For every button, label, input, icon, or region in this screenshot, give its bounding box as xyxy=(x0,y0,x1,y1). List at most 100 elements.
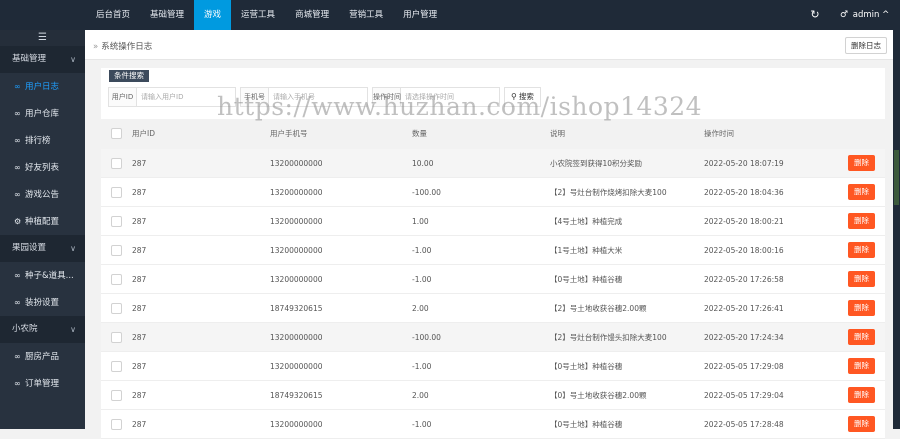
sidebar-group-0[interactable]: 基础管理 ∨ xyxy=(0,46,85,73)
cell-desc: 【0】号土地收获谷穗2.00颗 xyxy=(550,391,647,400)
menu-toggle-icon[interactable]: ☰ xyxy=(0,30,85,46)
table-row: 287 13200000000 -1.00 【1号土地】种植大米 2022-05-20 … xyxy=(101,236,885,265)
cell-amount: -1.00 xyxy=(412,420,432,429)
user-menu[interactable]: ♂ admin ^ xyxy=(840,0,889,30)
sidebar-group-label: 小农院 xyxy=(12,324,38,334)
time-input[interactable] xyxy=(401,88,499,106)
delete-button[interactable]: 删除 xyxy=(848,329,875,345)
row-checkbox[interactable] xyxy=(111,274,122,285)
clear-log-button[interactable]: 删除日志 xyxy=(845,37,887,54)
nav-item-6[interactable]: 用户管理 xyxy=(393,0,447,30)
row-checkbox[interactable] xyxy=(111,419,122,430)
delete-button[interactable]: 删除 xyxy=(848,213,875,229)
sidebar-item-1[interactable]: ∞ 用户日志 xyxy=(0,73,85,100)
sidebar-item-5[interactable]: ∞ 游戏公告 xyxy=(0,181,85,208)
row-checkbox[interactable] xyxy=(111,245,122,256)
delete-button[interactable]: 删除 xyxy=(848,387,875,403)
cell-uid: 287 xyxy=(132,275,147,284)
table-header: 用户ID 用户手机号 数量 说明 操作时间 xyxy=(101,119,885,149)
phone-label: 手机号 xyxy=(241,88,269,106)
cell-desc: 【0号土地】种植谷穗 xyxy=(550,362,623,371)
breadcrumb-label: 系统操作日志 xyxy=(101,42,153,52)
scrollbar[interactable] xyxy=(893,30,900,429)
link-icon: ∞ xyxy=(14,190,21,199)
sidebar-item-3[interactable]: ∞ 排行榜 xyxy=(0,127,85,154)
time-label: 操作时间 xyxy=(373,88,401,106)
nav-item-1[interactable]: 基础管理 xyxy=(140,0,194,30)
nav-item-2[interactable]: 游戏 xyxy=(194,0,232,30)
breadcrumb-bar: » 系统操作日志 删除日志 xyxy=(85,30,893,60)
row-checkbox[interactable] xyxy=(111,158,122,169)
sidebar: ☰ 基础管理 ∨ ∞ 用户日志 ∞ 用户仓库 ∞ 排行榜 ∞ 好友列表 ∞ 游戏公告 ⚙ 种植配置 果园设置… xyxy=(0,30,85,429)
sidebar-item-2[interactable]: ∞ 用户仓库 xyxy=(0,100,85,127)
cell-phone: 13200000000 xyxy=(270,217,323,226)
row-checkbox[interactable] xyxy=(111,332,122,343)
cell-time: 2022-05-20 18:07:19 xyxy=(704,159,784,168)
sidebar-group-7[interactable]: 果园设置 ∨ xyxy=(0,235,85,262)
delete-button[interactable]: 删除 xyxy=(848,184,875,200)
sidebar-item-11[interactable]: ∞ 厨房产品 xyxy=(0,343,85,370)
cell-desc: 小农院签到获得10积分奖励 xyxy=(550,159,643,168)
row-checkbox[interactable] xyxy=(111,187,122,198)
select-all-checkbox[interactable] xyxy=(111,128,122,139)
user-id-input[interactable] xyxy=(137,88,235,106)
sidebar-item-6[interactable]: ⚙ 种植配置 xyxy=(0,208,85,235)
sidebar-item-label: 装扮设置 xyxy=(25,298,60,308)
row-checkbox[interactable] xyxy=(111,216,122,227)
sidebar-item-4[interactable]: ∞ 好友列表 xyxy=(0,154,85,181)
refresh-icon[interactable]: ↻ xyxy=(808,8,822,22)
cell-amount: 2.00 xyxy=(412,304,429,313)
sidebar-item-8[interactable]: ∞ 种子&道具... xyxy=(0,262,85,289)
cell-uid: 287 xyxy=(132,333,147,342)
cell-amount: -100.00 xyxy=(412,188,441,197)
delete-button[interactable]: 删除 xyxy=(848,300,875,316)
cell-phone: 13200000000 xyxy=(270,333,323,342)
search-icon: ⚲ xyxy=(511,92,517,101)
table-row: 287 13200000000 1.00 【4号土地】种植完成 2022-05-20 1… xyxy=(101,207,885,236)
delete-button[interactable]: 删除 xyxy=(848,155,875,171)
nav-item-3[interactable]: 运营工具 xyxy=(231,0,285,30)
phone-field: 手机号 xyxy=(240,87,368,107)
sidebar-menu: 基础管理 ∨ ∞ 用户日志 ∞ 用户仓库 ∞ 排行榜 ∞ 好友列表 ∞ 游戏公告 ⚙ 种植配置 果园设置 ∨ ∞… xyxy=(0,46,85,397)
cell-uid: 287 xyxy=(132,246,147,255)
main-nav: 后台首页 基础管理 游戏 运营工具 商城管理 营销工具 用户管理 xyxy=(86,0,447,30)
row-checkbox[interactable] xyxy=(111,390,122,401)
link-icon: ∞ xyxy=(14,109,21,118)
sidebar-item-12[interactable]: ∞ 订单管理 xyxy=(0,370,85,397)
sidebar-item-label: 用户日志 xyxy=(25,82,60,92)
cell-desc: 【2】号土地收获谷穗2.00颗 xyxy=(550,304,647,313)
delete-button[interactable]: 删除 xyxy=(848,416,875,432)
chevron-down-icon: ∨ xyxy=(70,55,76,64)
cell-uid: 287 xyxy=(132,391,147,400)
column-header-amount: 数量 xyxy=(412,129,427,138)
search-button-label: 搜索 xyxy=(518,92,534,101)
link-icon: ∞ xyxy=(14,163,21,172)
phone-input[interactable] xyxy=(269,88,367,106)
cell-time: 2022-05-20 17:26:58 xyxy=(704,275,784,284)
column-header-time: 操作时间 xyxy=(704,129,734,138)
scrollbar-thumb[interactable] xyxy=(894,150,899,205)
cell-phone: 13200000000 xyxy=(270,188,323,197)
cell-time: 2022-05-20 17:26:41 xyxy=(704,304,784,313)
cell-uid: 287 xyxy=(132,304,147,313)
sidebar-item-label: 好友列表 xyxy=(25,163,60,173)
link-icon: ∞ xyxy=(14,82,21,91)
row-checkbox[interactable] xyxy=(111,303,122,314)
nav-item-4[interactable]: 商城管理 xyxy=(285,0,339,30)
link-icon: ∞ xyxy=(14,352,21,361)
time-field: 操作时间 xyxy=(372,87,500,107)
delete-button[interactable]: 删除 xyxy=(848,271,875,287)
cell-time: 2022-05-05 17:29:08 xyxy=(704,362,784,371)
sidebar-group-10[interactable]: 小农院 ∨ xyxy=(0,316,85,343)
search-button[interactable]: ⚲ 搜索 xyxy=(504,87,541,107)
delete-button[interactable]: 删除 xyxy=(848,242,875,258)
nav-item-0[interactable]: 后台首页 xyxy=(86,0,140,30)
sidebar-item-9[interactable]: ∞ 装扮设置 xyxy=(0,289,85,316)
cell-amount: 10.00 xyxy=(412,159,434,168)
delete-button[interactable]: 删除 xyxy=(848,358,875,374)
nav-item-5[interactable]: 营销工具 xyxy=(339,0,393,30)
search-panel-title: 条件搜索 xyxy=(109,70,149,82)
breadcrumb-arrow-icon: » xyxy=(93,42,99,52)
row-checkbox[interactable] xyxy=(111,361,122,372)
user-id-field: 用户ID xyxy=(108,87,236,107)
